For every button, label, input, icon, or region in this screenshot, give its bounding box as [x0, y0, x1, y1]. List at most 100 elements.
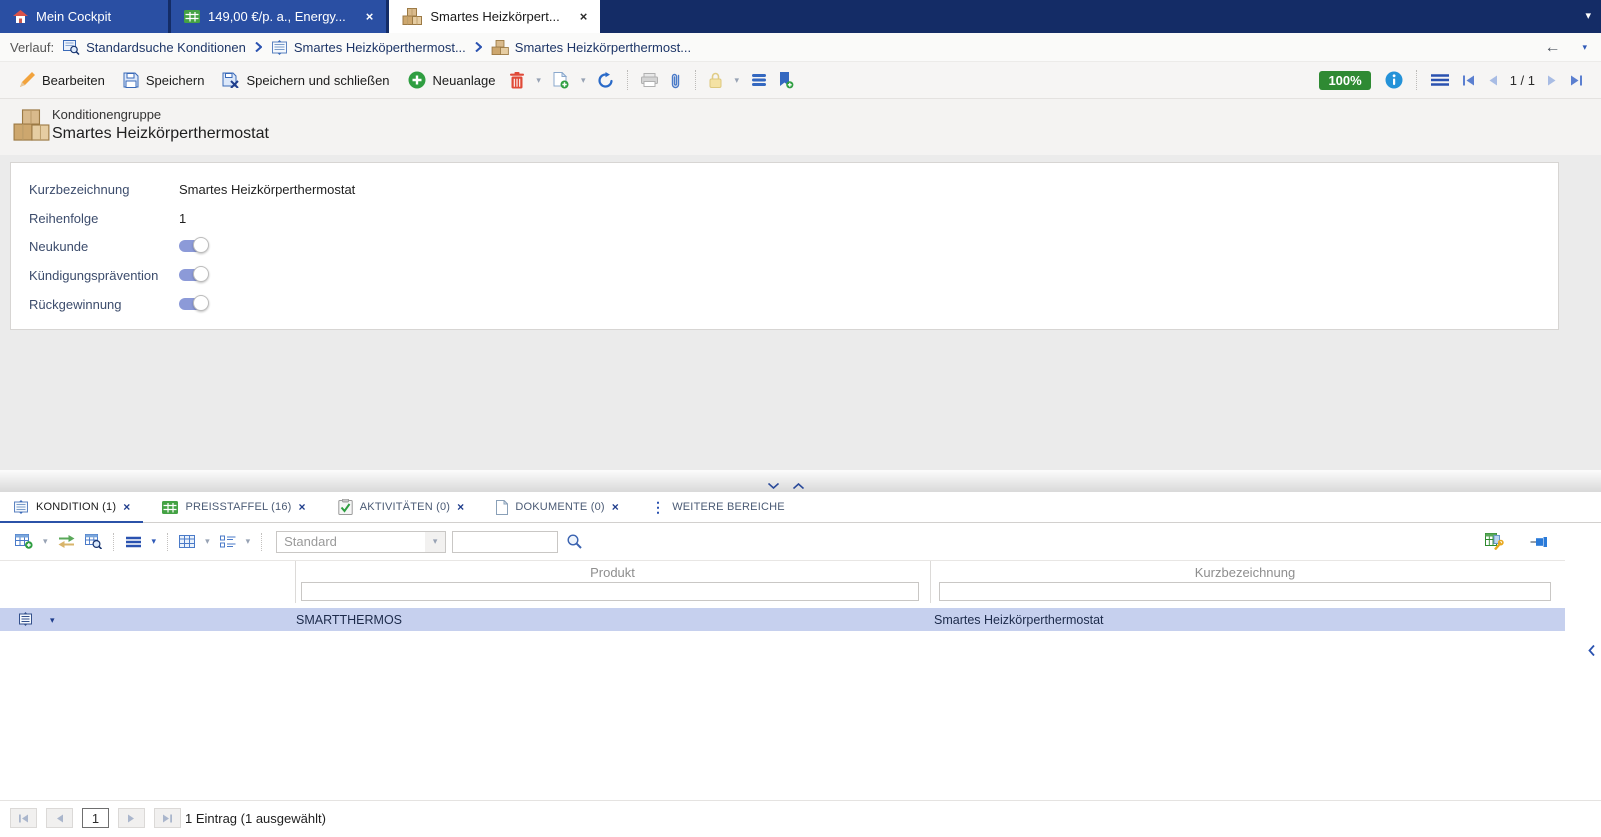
tab-overflow-caret-icon[interactable]: ▾	[1585, 9, 1591, 22]
back-arrow-icon[interactable]: ←	[1544, 39, 1560, 56]
rueckgewinnung-toggle[interactable]	[179, 295, 211, 313]
history-caret-icon[interactable]: ▾	[1582, 43, 1587, 52]
tab-label: Smartes Heizkörpert...	[430, 9, 560, 24]
column-divider	[295, 561, 296, 603]
kondition-table: Produkt Kurzbezeichnung ▾ SMARTTHERMOS S…	[0, 560, 1565, 798]
pager-first-button[interactable]	[10, 808, 37, 828]
refresh-icon	[597, 71, 614, 89]
copy-new-caret[interactable]: ▾	[575, 66, 592, 94]
kurzbezeichnung-filter-input[interactable]	[939, 582, 1551, 601]
sub-tab-bar: KONDITION (1) × PREISSTAFFEL (16) × AKTI…	[0, 492, 1601, 524]
toolbar-divider	[1415, 70, 1417, 90]
tab-kondition[interactable]: KONDITION (1) ×	[0, 492, 144, 524]
grid-view-button[interactable]	[174, 529, 200, 555]
close-icon[interactable]: ×	[366, 10, 374, 23]
kuendigungspraevention-toggle[interactable]	[179, 266, 211, 284]
nav-last-icon	[1570, 75, 1583, 86]
pager-prev-button[interactable]	[46, 808, 73, 828]
paperclip-icon	[670, 72, 682, 89]
search-button[interactable]	[562, 529, 587, 555]
nav-first-button[interactable]	[1456, 66, 1481, 94]
close-icon[interactable]: ×	[299, 501, 306, 513]
lock-button[interactable]	[703, 66, 728, 94]
tab-aktivitaeten[interactable]: AKTIVITÄTEN (0) ×	[325, 492, 478, 523]
pencil-icon	[19, 72, 35, 88]
tab-label: AKTIVITÄTEN (0)	[359, 501, 451, 513]
row-menu-caret[interactable]: ▾	[147, 529, 162, 555]
reihenfolge-label: Reihenfolge	[29, 210, 99, 226]
grid-search-button[interactable]	[80, 529, 107, 555]
nav-last-button[interactable]	[1564, 66, 1589, 94]
list-view-caret[interactable]: ▾	[241, 529, 256, 555]
breadcrumb-item-standardsuche[interactable]: Standardsuche Konditionen	[63, 39, 246, 55]
nav-next-button[interactable]	[1541, 66, 1564, 94]
activities-icon	[338, 499, 353, 515]
printer-icon	[641, 73, 659, 87]
view-selector[interactable]: Standard ▾	[276, 530, 447, 553]
bookmark-add-icon	[779, 71, 794, 89]
tab-dokumente[interactable]: DOKUMENTE (0) ×	[483, 492, 632, 523]
info-button[interactable]	[1379, 66, 1409, 94]
tab-mein-cockpit[interactable]: Mein Cockpit	[0, 0, 168, 33]
record-header: Konditionengruppe Smartes Heizkörperther…	[0, 99, 1601, 155]
tab-preisstaffel[interactable]: PREISSTAFFEL (16) ×	[149, 492, 318, 523]
bookmark-add-button[interactable]	[773, 66, 800, 94]
transfer-button[interactable]	[53, 529, 80, 555]
close-icon[interactable]: ×	[457, 501, 464, 513]
splitter-bar[interactable]	[0, 470, 1601, 492]
pin-button[interactable]	[1525, 529, 1553, 555]
pager-current-page[interactable]: 1	[82, 808, 109, 828]
tab-energy-offer[interactable]: 149,00 €/p. a., Energy... ×	[171, 0, 387, 33]
transfer-icon	[58, 535, 75, 548]
close-icon[interactable]: ×	[612, 501, 619, 513]
close-icon[interactable]: ×	[123, 501, 130, 513]
bearbeiten-label: Bearbeiten	[42, 72, 105, 88]
nav-prev-button[interactable]	[1481, 66, 1504, 94]
speichern-button[interactable]: Speichern	[114, 66, 214, 94]
nav-first-icon	[1462, 75, 1475, 86]
splitter-expand-icon[interactable]	[793, 483, 804, 489]
breadcrumb-item-heizkoerperthermostat[interactable]: Smartes Heizkörperthermost...	[491, 39, 691, 55]
list-view-icon	[219, 535, 236, 548]
attachment-button[interactable]	[664, 66, 688, 94]
tab-label: KONDITION (1)	[36, 501, 117, 513]
grid-settings-button[interactable]	[1480, 529, 1509, 555]
grid-view-caret[interactable]: ▾	[200, 529, 215, 555]
stack-button[interactable]	[745, 66, 773, 94]
row-menu-button[interactable]	[120, 529, 147, 555]
grid-add-caret[interactable]: ▾	[38, 529, 53, 555]
tab-label: DOKUMENTE (0)	[515, 501, 605, 513]
tab-smartes-heizkoerperthermostat[interactable]: Smartes Heizkörpert... ×	[389, 0, 601, 33]
breadcrumb-item-heizkoeperthermostat[interactable]: Smartes Heizköperthermost...	[271, 39, 466, 55]
pager-last-button[interactable]	[154, 808, 181, 828]
splitter-collapse-icon[interactable]	[768, 483, 779, 489]
menu-button[interactable]	[1424, 66, 1456, 94]
copy-new-button[interactable]	[547, 66, 575, 94]
delete-button[interactable]	[504, 66, 530, 94]
neuanlage-button[interactable]: Neuanlage	[399, 66, 505, 94]
list-search-input[interactable]	[452, 530, 559, 553]
page-indicator: 1 / 1	[1509, 72, 1535, 88]
produkt-filter-input[interactable]	[301, 582, 919, 601]
neukunde-toggle[interactable]	[179, 237, 211, 255]
pager-next-button[interactable]	[118, 808, 145, 828]
grid-add-button[interactable]	[10, 529, 38, 555]
view-selector-caret-icon[interactable]: ▾	[425, 531, 446, 552]
zoom-level-badge[interactable]: 100%	[1319, 70, 1371, 90]
delete-caret[interactable]: ▾	[530, 66, 547, 94]
collapse-panel-icon[interactable]	[1588, 645, 1595, 656]
bearbeiten-button[interactable]: Bearbeiten	[10, 66, 114, 94]
row-caret-icon[interactable]: ▾	[50, 615, 55, 626]
list-view-button[interactable]	[215, 529, 241, 555]
tab-weitere-bereiche[interactable]: ⋮ WEITERE BEREICHE	[638, 492, 798, 523]
refresh-button[interactable]	[591, 66, 620, 94]
print-button[interactable]	[635, 66, 664, 94]
chevron-right-icon	[475, 42, 482, 52]
column-header-produkt[interactable]: Produkt	[295, 565, 930, 580]
lock-caret[interactable]: ▾	[728, 66, 745, 94]
table-row-smartthermos[interactable]: ▾ SMARTTHERMOS Smartes Heizkörperthermos…	[0, 608, 1565, 631]
breadcrumb-label: Standardsuche Konditionen	[86, 39, 246, 55]
column-header-kurzbezeichnung[interactable]: Kurzbezeichnung	[930, 565, 1560, 580]
close-icon[interactable]: ×	[580, 10, 588, 23]
speichern-und-schliessen-button[interactable]: Speichern und schließen	[213, 66, 398, 94]
